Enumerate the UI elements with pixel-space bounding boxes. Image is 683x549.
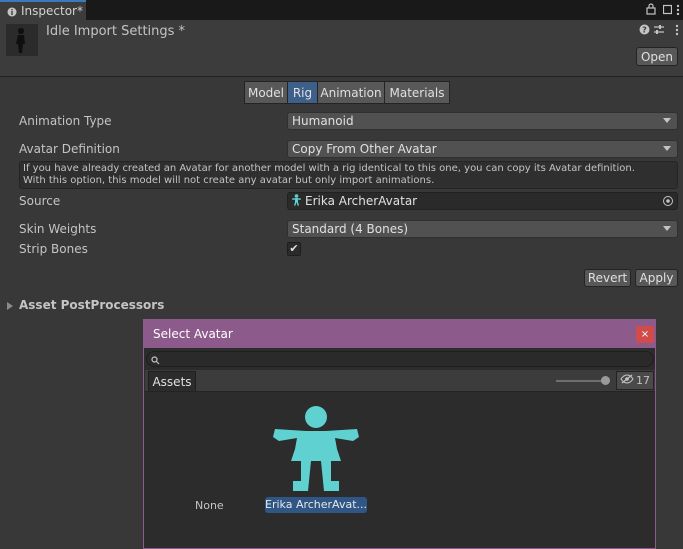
tab-model[interactable]: Model <box>244 81 288 104</box>
maximize-icon[interactable] <box>662 3 673 17</box>
skin-weights-dropdown[interactable]: Standard (4 Bones) <box>287 220 678 238</box>
revert-button[interactable]: Revert <box>584 269 631 287</box>
help-box: If you have already created an Avatar fo… <box>19 161 678 189</box>
inspector-tab[interactable]: Inspector* <box>0 0 86 20</box>
page-title: Idle Import Settings * <box>46 24 186 39</box>
tab-rig[interactable]: Rig <box>287 81 318 104</box>
chevron-down-icon <box>663 226 671 231</box>
avatar-definition-value: Copy From Other Avatar <box>292 142 437 156</box>
apply-button[interactable]: Apply <box>635 269 678 287</box>
skin-weights-label: Skin Weights <box>19 222 97 236</box>
asset-postprocessors-label: Asset PostProcessors <box>19 298 165 312</box>
search-icon <box>151 354 160 368</box>
lock-icon[interactable] <box>646 3 656 17</box>
hidden-count: 17 <box>636 374 650 387</box>
animation-type-label: Animation Type <box>19 114 112 128</box>
chevron-down-icon <box>663 118 671 123</box>
icon-size-slider-thumb[interactable] <box>601 376 610 385</box>
tab-animation[interactable]: Animation <box>317 81 385 104</box>
skin-weights-value: Standard (4 Bones) <box>292 222 409 236</box>
chevron-down-icon <box>663 146 671 151</box>
source-label: Source <box>19 194 61 208</box>
animation-type-value: Humanoid <box>292 114 354 128</box>
info-icon <box>7 6 17 17</box>
object-picker-icon[interactable] <box>662 195 674 210</box>
animation-type-dropdown[interactable]: Humanoid <box>287 112 678 130</box>
close-button[interactable]: × <box>636 326 654 343</box>
strip-bones-checkbox[interactable]: ✔ <box>287 242 301 256</box>
chevron-right-icon <box>7 301 13 310</box>
help-text-line-1: If you have already created an Avatar fo… <box>23 163 635 174</box>
svg-text:?: ? <box>642 26 647 35</box>
help-icon[interactable]: ? <box>637 24 651 38</box>
open-button[interactable]: Open <box>636 47 678 66</box>
avatar-icon <box>291 193 305 209</box>
item-avatar-label[interactable]: Erika ArcherAvat... <box>265 497 367 513</box>
item-none-label[interactable]: None <box>195 499 224 512</box>
hidden-items-toggle[interactable]: 17 <box>616 371 654 390</box>
avatar-definition-label: Avatar Definition <box>19 142 120 156</box>
header-more-icon[interactable] <box>670 24 683 38</box>
avatar-definition-dropdown[interactable]: Copy From Other Avatar <box>287 140 678 158</box>
tab-materials[interactable]: Materials <box>384 81 450 104</box>
inspector-tab-label: Inspector* <box>21 4 83 18</box>
preset-icon[interactable] <box>652 24 666 38</box>
source-object-field[interactable]: Erika ArcherAvatar <box>287 192 678 210</box>
search-input[interactable] <box>146 351 654 367</box>
source-value: Erika ArcherAvatar <box>305 194 418 208</box>
eye-slash-icon <box>620 374 634 387</box>
tab-assets[interactable]: Assets <box>148 371 196 391</box>
strip-bones-label: Strip Bones <box>19 242 88 256</box>
model-thumbnail <box>6 24 38 56</box>
window-tab-bar <box>0 0 683 20</box>
help-text-line-2: With this option, this model will not cr… <box>23 175 435 186</box>
popup-title: Select Avatar <box>153 327 233 341</box>
more-icon[interactable] <box>676 3 680 17</box>
avatar-icon[interactable] <box>273 405 359 496</box>
asset-postprocessors-foldout[interactable]: Asset PostProcessors <box>7 298 164 312</box>
